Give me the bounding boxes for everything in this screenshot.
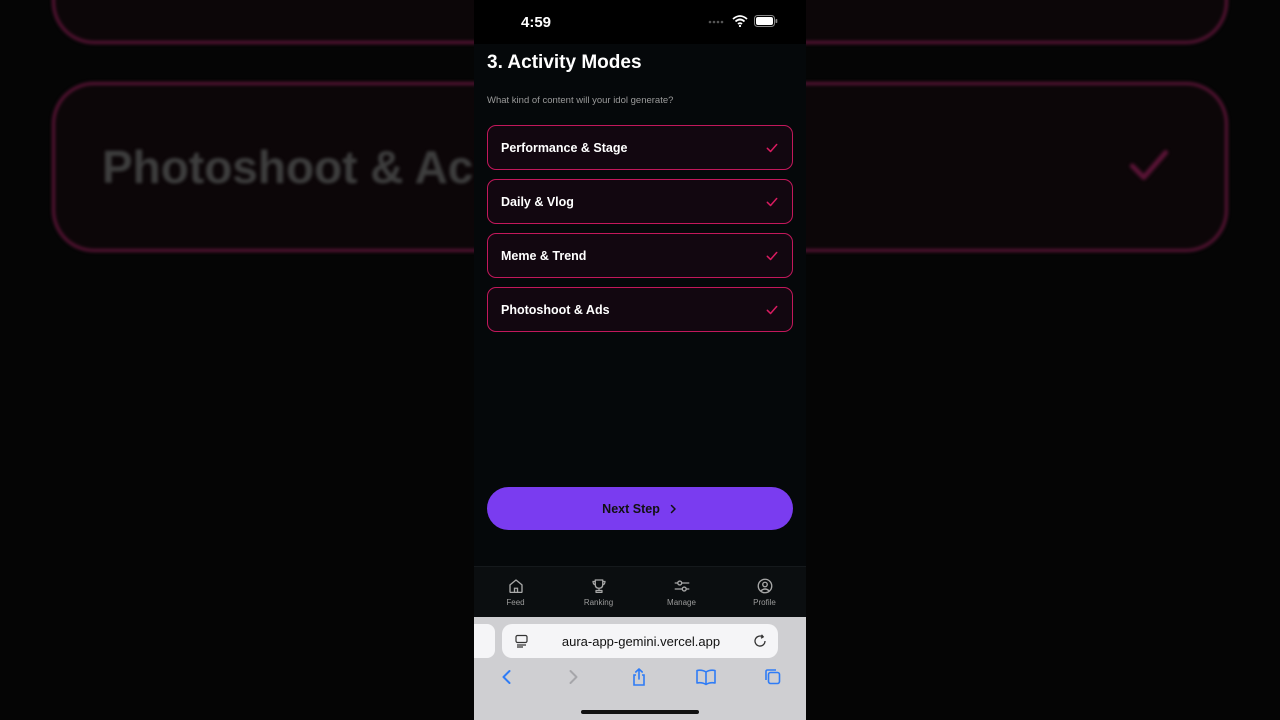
browser-chrome: aura-app-gemini.vercel.app [474, 617, 806, 720]
option-performance-stage[interactable]: Performance & Stage [487, 125, 793, 170]
home-icon [508, 579, 523, 594]
option-daily-vlog[interactable]: Daily & Vlog [487, 179, 793, 224]
tab-label: Ranking [583, 598, 614, 607]
tab-profile[interactable]: Profile [735, 577, 795, 607]
battery-icon [754, 15, 778, 27]
sliders-icon [674, 580, 689, 592]
onboarding-step-content: 3. Activity Modes What kind of content w… [474, 44, 806, 566]
tabs-icon[interactable] [763, 667, 783, 687]
status-icons [708, 15, 778, 27]
background-check-icon [1129, 150, 1169, 180]
home-indicator [581, 710, 699, 714]
option-photoshoot-ads[interactable]: Photoshoot & Ads [487, 287, 793, 332]
tab-label: Manage [667, 598, 696, 607]
page-title: 3. Activity Modes [487, 52, 642, 73]
next-step-label: Next Step [602, 501, 660, 516]
browser-toolbar [474, 665, 806, 689]
tab-label: Feed [506, 598, 525, 607]
phone-screen: 4:59 3. Activity Modes What kind of cont… [474, 0, 806, 720]
option-label: Performance & Stage [501, 140, 628, 155]
back-icon[interactable] [497, 667, 517, 687]
tab-ranking[interactable]: Ranking [569, 577, 629, 607]
check-icon [766, 251, 778, 260]
page-subtitle: What kind of content will your idol gene… [487, 95, 674, 106]
user-circle-icon [757, 578, 772, 594]
trophy-icon [591, 579, 606, 593]
option-label: Daily & Vlog [501, 194, 574, 209]
tab-label: Profile [753, 598, 776, 607]
page-menu-icon[interactable] [514, 633, 530, 649]
check-icon [766, 197, 778, 206]
check-icon [766, 305, 778, 314]
bookmarks-icon[interactable] [695, 667, 717, 687]
tab-manage[interactable]: Manage [652, 577, 712, 607]
option-meme-trend[interactable]: Meme & Trend [487, 233, 793, 278]
status-bar: 4:59 [474, 0, 806, 44]
status-time: 4:59 [521, 14, 552, 31]
address-bar[interactable]: aura-app-gemini.vercel.app [502, 624, 778, 658]
tab-feed[interactable]: Feed [486, 577, 546, 607]
wifi-icon [732, 15, 748, 27]
share-icon[interactable] [629, 667, 649, 687]
option-label: Photoshoot & Ads [501, 302, 610, 317]
signal-icon [708, 20, 724, 24]
bottom-tab-bar: Feed Ranking Manage Profile [474, 566, 806, 617]
option-label: Meme & Trend [501, 248, 587, 263]
url-text[interactable]: aura-app-gemini.vercel.app [530, 634, 752, 649]
check-icon [766, 143, 778, 152]
reload-icon[interactable] [752, 633, 768, 649]
background-echo-text: Photoshoot & Ac [102, 141, 474, 193]
forward-icon[interactable] [563, 667, 583, 687]
previous-tab-pill[interactable] [474, 624, 495, 658]
chevron-right-icon [670, 504, 676, 513]
next-step-button[interactable]: Next Step [487, 487, 793, 530]
